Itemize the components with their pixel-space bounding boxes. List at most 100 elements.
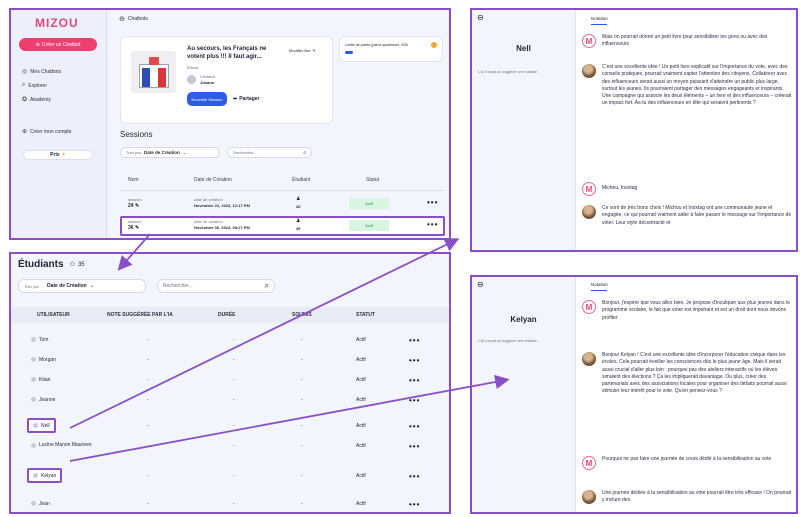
chevron-down-icon: ⌄	[89, 283, 94, 289]
table-row[interactable]: Nell - - - Actif •••	[11, 418, 449, 434]
tab-notation[interactable]: Notation	[591, 282, 608, 287]
chatbot-icon: ◎	[22, 69, 28, 75]
pencil-icon[interactable]: ✎	[135, 225, 139, 231]
cell-soumis: -	[301, 357, 303, 363]
chevron-down-icon: ⌄	[182, 150, 187, 155]
student-name-cell[interactable]: Tom	[27, 332, 52, 347]
tab-notation[interactable]: Notation	[591, 16, 608, 21]
status-text: Actif	[356, 423, 366, 429]
student-name-cell[interactable]: Morgan	[27, 352, 60, 367]
more-icon[interactable]: •••	[427, 221, 438, 229]
sidebar-item-akademy[interactable]: ✪ Akademy	[22, 96, 51, 104]
status-dot	[33, 423, 38, 428]
student-avatar	[582, 64, 596, 78]
table-row[interactable]: Jeanne - - - Actif •••	[11, 392, 449, 408]
new-session-button[interactable]: Nouvelle Session	[187, 92, 227, 106]
status-dot	[33, 473, 38, 478]
more-icon[interactable]: •••	[409, 397, 420, 405]
student-name-cell[interactable]: Kitan	[27, 372, 54, 387]
cell-soumis: -	[301, 443, 303, 449]
student-name-cell[interactable]: Lucine Manon Maureen	[27, 438, 97, 453]
bot-avatar-icon: M	[582, 34, 596, 48]
status-dot	[31, 337, 36, 342]
bot-avatar-icon: M	[582, 182, 596, 196]
table-row[interactable]: Jean - - - Actif •••	[11, 496, 449, 512]
chatbot-sessions-panel: MIZOU ⊕ Créer un Chatbot ◎ Mes Chatbots ⌕ E…	[9, 8, 451, 240]
cell-duree: -	[233, 357, 235, 363]
more-icon[interactable]: •••	[409, 357, 420, 365]
cell-note: -	[147, 501, 149, 507]
status-dot	[31, 397, 36, 402]
student-icon: ♟	[296, 196, 301, 202]
cell-soumis: -	[301, 397, 303, 403]
back-arrow-icon[interactable]: ⊖	[477, 280, 484, 289]
table-row[interactable]: session 36 ✎ date de création Novembre 0…	[120, 216, 445, 236]
sidebar-item-mes-chatbots[interactable]: ◎ Mes Chatbots	[22, 68, 61, 76]
cell-duree: -	[233, 377, 235, 383]
ai-note: L'IA n'a pas pu suggérer une notation	[478, 339, 538, 343]
student-name-cell[interactable]: Jeanne	[27, 392, 59, 407]
creator-avatar	[187, 75, 196, 84]
more-icon[interactable]: •••	[409, 377, 420, 385]
sidebar: MIZOU ⊕ Créer un Chatbot ◎ Mes Chatbots ⌕ E…	[11, 10, 107, 238]
more-icon[interactable]: •••	[409, 501, 420, 509]
table-row[interactable]: Tom - - - Actif •••	[11, 332, 449, 348]
share-button[interactable]: ➦ Partager	[233, 96, 260, 102]
more-icon[interactable]: •••	[409, 423, 420, 431]
pencil-icon[interactable]: ✎	[135, 203, 139, 209]
search-icon: ⌕	[22, 82, 26, 88]
search-icon: ⌕	[264, 281, 269, 290]
search-input[interactable]: Rechercher... ⌕	[157, 279, 275, 293]
more-icon[interactable]: •••	[427, 199, 438, 207]
app-logo: MIZOU	[35, 16, 79, 30]
edit-bot-button[interactable]: Modifier Bot ✎	[289, 48, 316, 53]
table-row[interactable]: session 24 ✎ date de création Novembre 2…	[120, 194, 445, 214]
cell-duree: -	[233, 423, 235, 429]
sidebar-item-create-account[interactable]: ⊕ Créer mon compte	[22, 128, 71, 136]
chatbot-image	[131, 51, 176, 93]
chatbot-main: ⊖ Chatbots Au secours, les Français ne vo…	[115, 10, 449, 238]
student-info: ⊖ Nell L'IA n'a pas pu suggérer une nota…	[472, 10, 576, 250]
student-name-cell[interactable]: Kelyan	[27, 468, 63, 483]
chatbot-subtitle: Éthnia	[187, 65, 199, 70]
status-badge: Actif	[349, 198, 389, 209]
cell-soumis: -	[301, 473, 303, 479]
plus-icon: ⊕	[35, 41, 40, 48]
table-row[interactable]: Lucine Manon Maureen - - - Actif •••	[11, 438, 449, 454]
sidebar-item-explorer[interactable]: ⌕ Explorer	[22, 82, 47, 89]
message: Une journée dédiée à la sensibilisation …	[582, 490, 794, 505]
search-input[interactable]: Rechercher... ⌕	[227, 147, 312, 158]
cell-note: -	[147, 423, 149, 429]
students-count: 35	[77, 261, 85, 268]
sort-dropdown[interactable]: Trier par Date de Création ⌄	[120, 147, 220, 158]
creator-label: Créateur	[200, 74, 216, 79]
message: M Mais on pourrait donné un petit livre p…	[582, 34, 794, 49]
student-name-cell[interactable]: Nell	[27, 418, 56, 433]
table-row[interactable]: Kelyan - - - Actif •••	[11, 468, 449, 484]
create-chatbot-button[interactable]: ⊕ Créer un Chatbot	[19, 38, 97, 51]
table-row[interactable]: Kitan - - - Actif •••	[11, 372, 449, 388]
student-avatar	[582, 205, 596, 219]
prices-button[interactable]: Prix ✦	[23, 150, 93, 160]
sort-dropdown[interactable]: Trier par Date de Création ⌄	[18, 279, 146, 293]
sessions-title: Sessions	[120, 130, 153, 139]
tab-indicator	[591, 24, 607, 25]
conversation: Notation M Mais on pourrait donné un peti…	[576, 10, 796, 250]
student-name-cell[interactable]: Jean	[27, 496, 54, 511]
more-icon[interactable]: •••	[409, 473, 420, 481]
status-dot	[31, 501, 36, 506]
more-icon[interactable]: •••	[409, 443, 420, 451]
academy-icon: ✪	[22, 97, 28, 103]
student-name: Kelyan	[510, 315, 537, 324]
message: M Pourquoi ne pas faire une journée de co…	[582, 456, 794, 470]
student-info: ⊖ Kelyan L'IA n'a pas pu suggérer une no…	[472, 277, 576, 512]
back-link[interactable]: ⊖ Chatbots	[119, 15, 148, 23]
cell-note: -	[147, 473, 149, 479]
bot-avatar-icon: M	[582, 300, 596, 314]
cell-note: -	[147, 357, 149, 363]
pencil-icon: ✎	[312, 48, 316, 53]
more-icon[interactable]: •••	[409, 337, 420, 345]
back-arrow-icon[interactable]: ⊖	[477, 13, 484, 22]
conversation: Notation M Bonjour, j'espère que vous all…	[576, 277, 796, 512]
table-row[interactable]: Morgan - - - Actif •••	[11, 352, 449, 368]
